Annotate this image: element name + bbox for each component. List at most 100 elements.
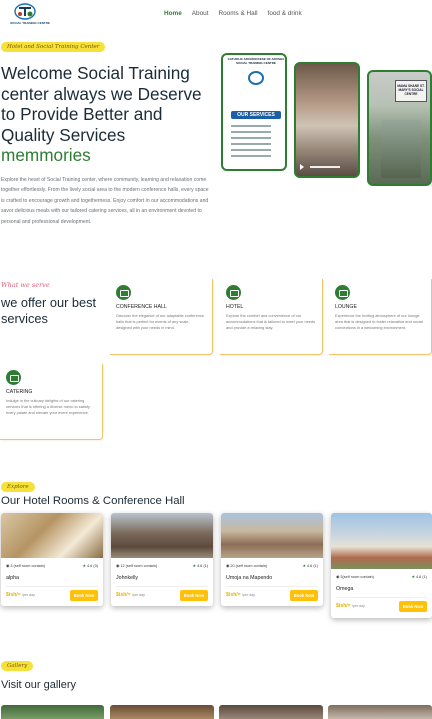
services-script-label: What we serve bbox=[1, 281, 50, 289]
room-capacity-text: 3 (self room contain) bbox=[10, 564, 45, 568]
service-card-hotel[interactable]: HOTEL Explore the comfort and convenienc… bbox=[220, 279, 323, 355]
gallery-image[interactable] bbox=[219, 705, 323, 719]
room-capacity-text: 3(self room contain) bbox=[340, 575, 374, 579]
rooms-script-badge: Explore bbox=[1, 482, 35, 492]
room-capacity: ◉ 3 (self room contain) bbox=[6, 564, 45, 568]
logo-emblem-icon bbox=[14, 3, 36, 20]
room-price-value: $tsh/= bbox=[6, 592, 21, 598]
video-controls[interactable] bbox=[300, 164, 356, 170]
hero-poster-image: CATHOLIC ARCHDIOCESE OF ARUSHA SOCIAL TR… bbox=[221, 53, 287, 171]
video-progress[interactable] bbox=[310, 166, 340, 168]
book-now-button[interactable]: Book Now bbox=[290, 590, 318, 601]
service-card-conference[interactable]: CONFERENCE HALL Discover the elegance of… bbox=[110, 279, 213, 355]
poster-list bbox=[231, 125, 281, 161]
service-text: Explore the comfort and convenience of o… bbox=[226, 313, 316, 331]
catering-icon bbox=[6, 370, 21, 385]
nav-home[interactable]: Home bbox=[164, 10, 182, 17]
nav-about[interactable]: About bbox=[192, 10, 209, 17]
poster-title: CATHOLIC ARCHDIOCESE OF ARUSHA SOCIAL TR… bbox=[227, 57, 285, 65]
room-image bbox=[111, 513, 213, 558]
room-card-omega[interactable]: ◉ 3(self room contain) ★ 4.6 (1) Omega $t… bbox=[331, 513, 432, 618]
room-divider bbox=[336, 597, 427, 598]
service-text: Experience the inviting atmosphere of ou… bbox=[335, 313, 423, 331]
top-navbar: SOCIAL TRAINING CENTRE Home About Rooms … bbox=[0, 0, 432, 28]
service-card-lounge[interactable]: LOUNGE Experience the inviting atmospher… bbox=[329, 279, 432, 355]
room-capacity: ◉ 3(self room contain) bbox=[336, 575, 374, 579]
room-price-value: $tsh/= bbox=[336, 603, 351, 609]
gallery-script-badge: Gallery bbox=[1, 661, 34, 671]
service-card-catering[interactable]: CATERING Indulge in the culinary delight… bbox=[0, 364, 103, 440]
room-divider bbox=[116, 586, 208, 587]
building-door bbox=[381, 120, 421, 178]
room-price-unit: /per day bbox=[21, 593, 35, 597]
room-price-unit: /per day bbox=[351, 604, 365, 608]
hero-description: Explore the heart of Social Training cen… bbox=[1, 177, 209, 225]
room-rating-text: 4.6 (1) bbox=[197, 564, 208, 568]
room-image bbox=[331, 513, 432, 569]
book-now-button[interactable]: Book Now bbox=[180, 590, 208, 601]
book-now-button[interactable]: Book Now bbox=[70, 590, 98, 601]
room-price-value: $tsh/= bbox=[226, 592, 241, 598]
logo-text: SOCIAL TRAINING CENTRE bbox=[10, 21, 50, 25]
star-icon: ★ bbox=[82, 564, 86, 568]
nav-rooms-hall[interactable]: Rooms & Hall bbox=[218, 10, 257, 17]
room-card-johnkelly[interactable]: ◉ 12 (self room contain) ★ 4.6 (1) Johnke… bbox=[111, 513, 213, 606]
room-rating: ★ 4.6 (1) bbox=[412, 574, 427, 579]
room-rating-text: 4.6 (1) bbox=[416, 575, 427, 579]
hero-tagline-badge: Hotel and Social Training Center bbox=[1, 42, 106, 52]
room-rating-text: 4.6 (3) bbox=[87, 564, 98, 568]
room-price: $tsh/= /per day bbox=[6, 592, 35, 598]
gallery-image[interactable] bbox=[1, 705, 104, 719]
room-capacity-text: 12 (self room contain) bbox=[120, 564, 158, 568]
room-card-alpha[interactable]: ◉ 3 (self room contain) ★ 4.6 (3) alpha $… bbox=[1, 513, 103, 606]
main-menu: Home About Rooms & Hall food & drink bbox=[164, 10, 312, 17]
lounge-icon bbox=[335, 285, 350, 300]
star-icon: ★ bbox=[302, 564, 306, 568]
site-logo[interactable]: SOCIAL TRAINING CENTRE bbox=[10, 3, 50, 27]
hero-title-text: Welcome Social Training center always we… bbox=[1, 63, 202, 145]
hero-title-accent: memmories bbox=[1, 145, 91, 166]
service-text: Discover the elegance of our adaptable c… bbox=[116, 313, 205, 331]
room-price: $tsh/= /per day bbox=[336, 603, 365, 609]
room-rating: ★ 4.6 (1) bbox=[193, 563, 208, 568]
hero-video[interactable] bbox=[294, 62, 360, 178]
service-text: Indulge in the culinary delights of our … bbox=[6, 398, 90, 416]
room-rating-text: 4.6 (1) bbox=[307, 564, 318, 568]
room-capacity-text: 20 (self room contain) bbox=[230, 564, 268, 568]
room-price: $tsh/= /per day bbox=[226, 592, 255, 598]
hotel-icon bbox=[226, 285, 241, 300]
gallery-image[interactable] bbox=[110, 705, 214, 719]
hero-title: Welcome Social Training center always we… bbox=[1, 63, 211, 166]
room-divider bbox=[6, 586, 98, 587]
room-image bbox=[221, 513, 323, 558]
room-price-value: $tsh/= bbox=[116, 592, 131, 598]
book-now-button[interactable]: Book Now bbox=[399, 601, 427, 612]
room-divider bbox=[226, 586, 318, 587]
service-title: HOTEL bbox=[226, 304, 244, 310]
service-title: CONFERENCE HALL bbox=[116, 304, 167, 310]
nav-food-drink[interactable]: food & drink bbox=[268, 10, 302, 17]
building-sign: MAMA SHANE ST. MARY'S SOCIAL CENTRE bbox=[395, 80, 427, 102]
room-name: Umoja na Mapendo bbox=[226, 575, 273, 581]
room-name: Omega bbox=[336, 586, 354, 592]
room-card-umoja[interactable]: ◉ 20 (self room contain) ★ 4.6 (1) Umoja … bbox=[221, 513, 323, 606]
star-icon: ★ bbox=[192, 564, 196, 568]
room-rating: ★ 4.6 (1) bbox=[303, 563, 318, 568]
room-price: $tsh/= /per day bbox=[116, 592, 145, 598]
gallery-heading: Visit our gallery bbox=[1, 679, 76, 691]
play-icon[interactable] bbox=[300, 164, 304, 170]
star-icon: ★ bbox=[411, 575, 415, 579]
room-name: alpha bbox=[6, 575, 19, 581]
service-title: CATERING bbox=[6, 389, 33, 395]
service-title: LOUNGE bbox=[335, 304, 357, 310]
rooms-heading: Our Hotel Rooms & Conference Hall bbox=[1, 495, 185, 507]
services-heading: we offer our best services bbox=[1, 295, 97, 326]
room-name: Johnkelly bbox=[116, 575, 139, 581]
room-price-unit: /per day bbox=[241, 593, 255, 597]
conference-icon bbox=[116, 285, 131, 300]
room-image bbox=[1, 513, 103, 558]
hero-building-image: MAMA SHANE ST. MARY'S SOCIAL CENTRE bbox=[367, 70, 432, 186]
room-capacity: ◉ 12 (self room contain) bbox=[116, 564, 158, 568]
room-capacity: ◉ 20 (self room contain) bbox=[226, 564, 268, 568]
gallery-image[interactable] bbox=[328, 705, 432, 719]
